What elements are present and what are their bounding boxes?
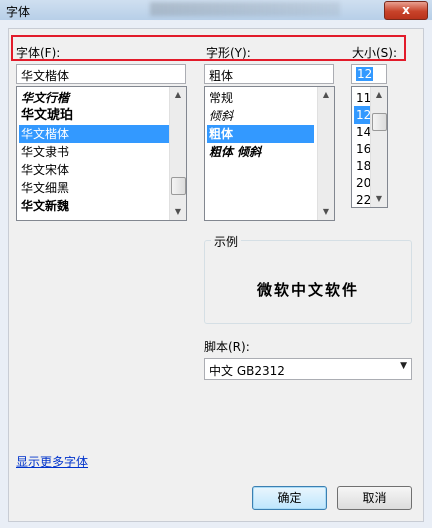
script-select[interactable]: 中文 GB2312 ▼ — [204, 358, 412, 380]
sample-legend: 示例 — [211, 233, 242, 250]
style-label: 字形(Y): — [206, 46, 251, 60]
size-item[interactable]: 18 — [354, 157, 371, 175]
scroll-down-arrow-icon[interactable]: ▼ — [371, 191, 387, 207]
scroll-thumb[interactable] — [171, 177, 186, 195]
title-bar: 字体 x — [0, 0, 432, 20]
font-input[interactable]: 华文楷体 — [16, 64, 186, 84]
style-item-regular[interactable]: 常规 — [207, 89, 233, 107]
blurred-background-text — [150, 2, 340, 16]
scroll-down-arrow-icon[interactable]: ▼ — [170, 204, 186, 220]
cancel-button[interactable]: 取消 — [337, 486, 412, 510]
font-label: 字体(F): — [16, 46, 61, 60]
font-item-songti[interactable]: 华文宋体 — [19, 161, 69, 179]
style-scrollbar[interactable]: ▲ ▼ — [317, 87, 334, 220]
chevron-down-icon: ▼ — [400, 361, 407, 371]
font-item-xingkai[interactable]: 华文行楷 — [19, 89, 69, 107]
style-item-italic[interactable]: 倾斜 — [207, 107, 233, 125]
font-item-hupo[interactable]: 华文琥珀 — [19, 107, 73, 125]
font-item-xihei[interactable]: 华文细黑 — [19, 179, 69, 197]
size-input[interactable]: 12 — [351, 64, 387, 84]
size-scrollbar[interactable]: ▲ ▼ — [370, 87, 387, 207]
scroll-up-arrow-icon[interactable]: ▲ — [170, 87, 186, 103]
font-item-xinwei[interactable]: 华文新魏 — [19, 197, 69, 215]
size-item[interactable]: 11 — [354, 89, 371, 107]
style-item-bold[interactable]: 粗体 — [207, 125, 314, 143]
window-title: 字体 — [6, 5, 31, 19]
style-listbox[interactable]: 常规 倾斜 粗体 粗体 倾斜 ▲ ▼ — [204, 86, 335, 221]
ok-button[interactable]: 确定 — [252, 486, 327, 510]
size-label: 大小(S): — [352, 46, 398, 60]
scroll-up-arrow-icon[interactable]: ▲ — [318, 87, 334, 103]
scroll-thumb[interactable] — [372, 113, 387, 131]
sample-group: 示例 微软中文软件 — [204, 233, 412, 324]
font-scrollbar[interactable]: ▲ ▼ — [169, 87, 186, 220]
size-input-selected-text: 12 — [356, 67, 374, 81]
sample-preview-text: 微软中文软件 — [256, 281, 359, 299]
show-more-fonts-link[interactable]: 显示更多字体 — [16, 453, 88, 470]
font-item-kaiti[interactable]: 华文楷体 — [19, 125, 172, 143]
size-item[interactable]: 14 — [354, 123, 371, 141]
size-item[interactable]: 16 — [354, 140, 371, 158]
size-listbox[interactable]: 11 12 14 16 18 20 22 ▲ ▼ — [351, 86, 388, 208]
size-item[interactable]: 22 — [354, 191, 371, 207]
script-select-value: 中文 GB2312 — [209, 364, 285, 378]
script-label: 脚本(R): — [204, 340, 250, 354]
font-listbox[interactable]: 华文行楷 华文琥珀 华文楷体 华文隶书 华文宋体 华文细黑 华文新魏 ▲ ▼ — [16, 86, 187, 221]
style-input[interactable]: 粗体 — [204, 64, 334, 84]
size-item[interactable]: 20 — [354, 174, 371, 192]
close-button[interactable]: x — [384, 1, 428, 20]
font-item-lishu[interactable]: 华文隶书 — [19, 143, 69, 161]
scroll-down-arrow-icon[interactable]: ▼ — [318, 204, 334, 220]
style-item-bold-italic[interactable]: 粗体 倾斜 — [207, 143, 261, 161]
scroll-up-arrow-icon[interactable]: ▲ — [371, 87, 387, 103]
